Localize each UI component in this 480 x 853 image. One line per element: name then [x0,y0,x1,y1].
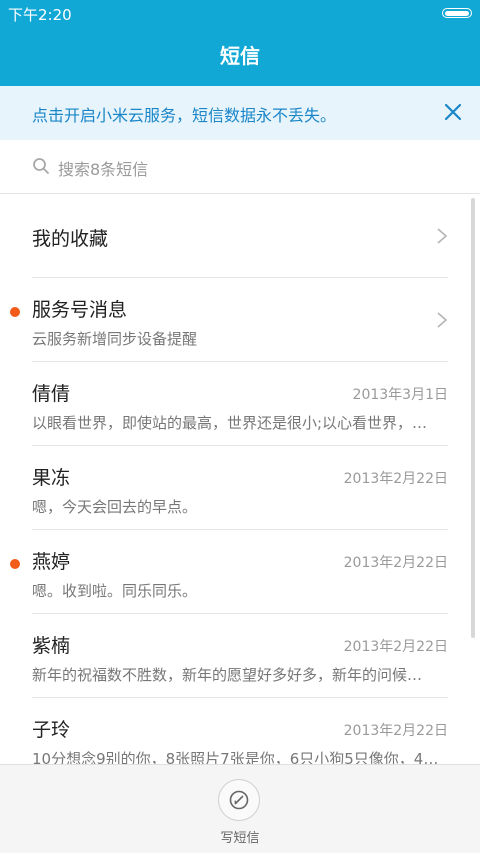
search-input[interactable]: 搜索8条短信 [58,156,148,180]
row-title: 我的收藏 [32,228,109,250]
row-preview: 云服务新增同步设备提醒 [32,330,198,348]
search-icon [33,158,49,174]
title-bar: 短信 [0,26,480,86]
compose-label[interactable]: 写短信 [0,827,480,846]
row-title: 燕婷 [32,551,71,573]
row-date: 2013年3月1日 [352,387,448,403]
status-bar: 下午2:20 [0,0,480,26]
row-title: 紫楠 [32,635,71,657]
bottom-bar: 写短信 [0,764,480,853]
row-preview: 新年的祝福数不胜数，新年的愿望好多好多，新年的问候… [32,666,423,684]
compose-icon [229,790,249,810]
row-title: 倩倩 [32,383,71,405]
banner-text[interactable]: 点击开启小米云服务，短信数据永不丢失。 [32,102,336,126]
unread-dot [10,307,20,317]
search-bar[interactable]: 搜索8条短信 [0,140,480,194]
row-date: 2013年2月22日 [343,723,448,739]
list-item-service-messages[interactable]: 服务号消息 云服务新增同步设备提醒 [0,278,480,362]
row-title: 果冻 [32,467,71,489]
scrollbar[interactable] [471,198,475,638]
compose-button[interactable] [218,779,260,821]
chevron-right-icon [437,228,448,244]
row-preview: 以眼看世界，即使站的最高，世界还是很小;以心看世界，… [32,414,428,432]
row-title: 子玲 [32,719,71,741]
row-preview: 10分想念9别的你，8张照片7张是你，6只小狗5只像你，4… [32,750,439,764]
list-item-favorites[interactable]: 我的收藏 [0,194,480,278]
unread-dot [10,559,20,569]
status-time: 下午2:20 [8,6,72,24]
chevron-right-icon [437,312,448,328]
row-preview: 嗯。收到啦。同乐同乐。 [32,582,198,600]
list-item[interactable]: 子玲 2013年2月22日 10分想念9别的你，8张照片7张是你，6只小狗5只像… [0,698,480,764]
row-preview: 嗯，今天会回去的早点。 [32,498,198,516]
cloud-banner[interactable]: 点击开启小米云服务，短信数据永不丢失。 [0,86,480,140]
list-item[interactable]: 倩倩 2013年3月1日 以眼看世界，即使站的最高，世界还是很小;以心看世界，… [0,362,480,446]
row-date: 2013年2月22日 [343,555,448,571]
close-icon[interactable] [442,101,464,123]
battery-icon [442,8,472,18]
row-date: 2013年2月22日 [343,471,448,487]
page-title: 短信 [220,44,260,68]
conversation-list[interactable]: 我的收藏 服务号消息 云服务新增同步设备提醒 倩倩 2013年3月1日 以眼看世… [0,194,480,764]
list-item[interactable]: 果冻 2013年2月22日 嗯，今天会回去的早点。 [0,446,480,530]
row-date: 2013年2月22日 [343,639,448,655]
list-item[interactable]: 紫楠 2013年2月22日 新年的祝福数不胜数，新年的愿望好多好多，新年的问候… [0,614,480,698]
list-item[interactable]: 燕婷 2013年2月22日 嗯。收到啦。同乐同乐。 [0,530,480,614]
row-title: 服务号消息 [32,299,128,321]
